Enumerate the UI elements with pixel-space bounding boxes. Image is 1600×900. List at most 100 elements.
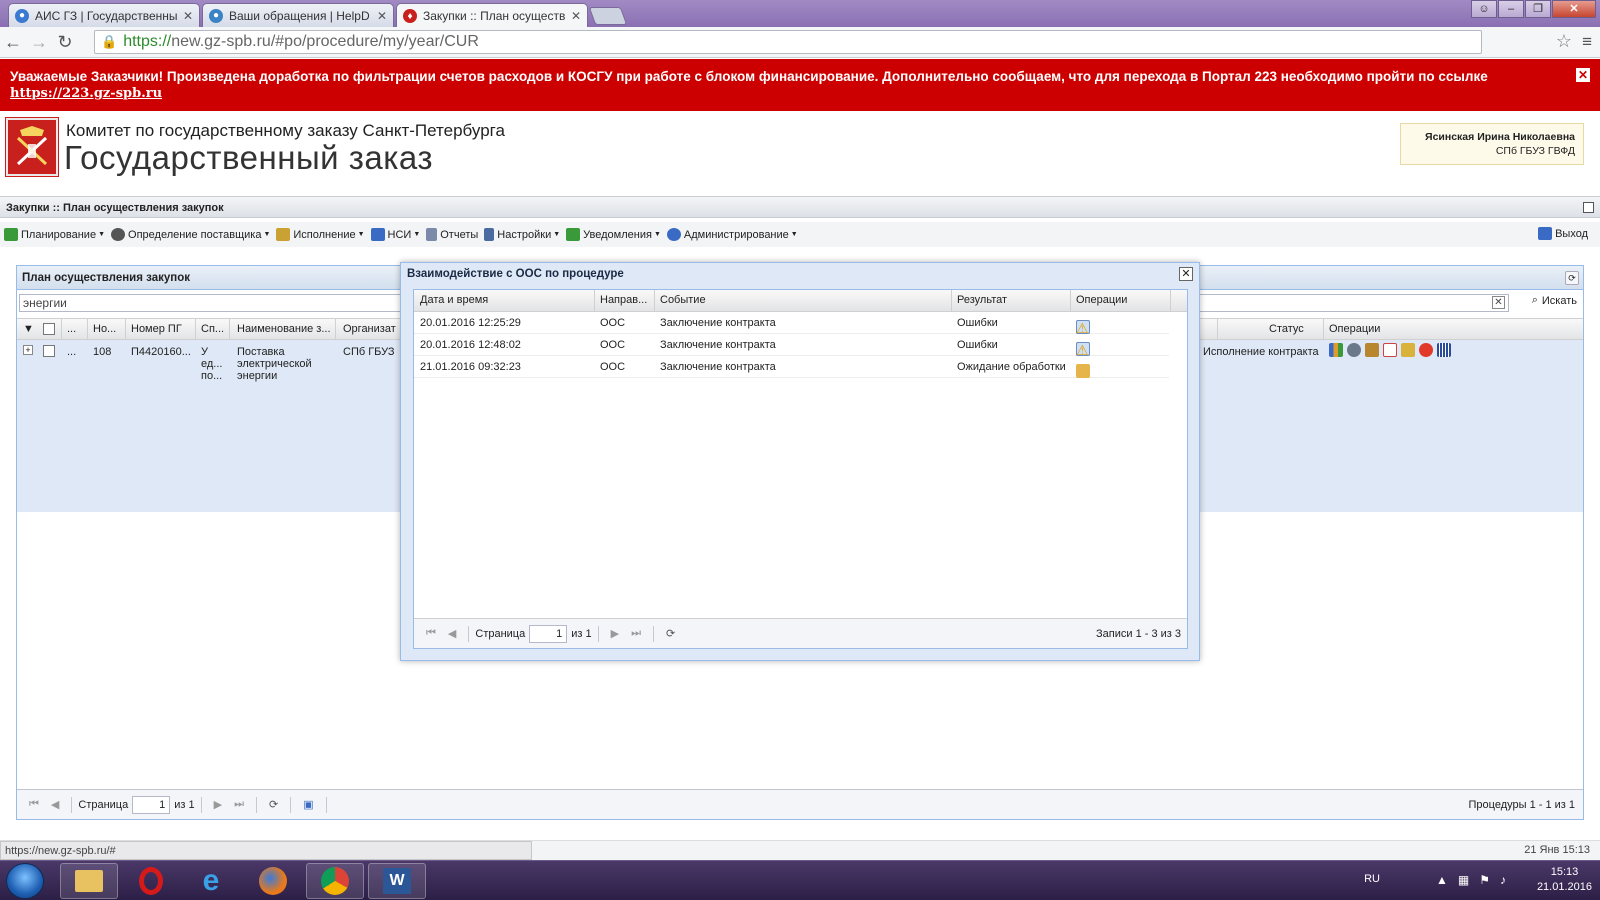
- banner-link[interactable]: https://223.gz-spb.ru: [10, 86, 162, 101]
- column-result[interactable]: Результат: [957, 294, 1007, 306]
- coat-of-arms-icon[interactable]: [1365, 343, 1379, 357]
- column-pg-number[interactable]: Номер ПГ: [131, 323, 182, 335]
- column-method[interactable]: Сп...: [201, 323, 224, 335]
- browser-tab-ais[interactable]: ● АИС ГЗ | Государственны ✕: [8, 3, 200, 27]
- menu-item-supplier[interactable]: Определение поставщика ▼: [111, 228, 270, 241]
- flag-icon[interactable]: ⚑: [1479, 873, 1500, 887]
- prev-page-icon[interactable]: ◀: [448, 627, 456, 640]
- prev-page-icon[interactable]: ◀: [51, 798, 59, 811]
- row-more[interactable]: ...: [67, 346, 76, 358]
- column-more[interactable]: ...: [67, 323, 76, 335]
- save-icon[interactable]: ▣: [303, 798, 313, 811]
- panel-refresh-icon[interactable]: ⟳: [1565, 271, 1579, 285]
- menu-item-execution[interactable]: Исполнение ▼: [276, 228, 365, 241]
- volume-icon[interactable]: ♪: [1500, 873, 1516, 887]
- column-event[interactable]: Событие: [660, 294, 706, 306]
- package-icon[interactable]: [1076, 364, 1090, 378]
- language-indicator[interactable]: RU: [1364, 873, 1380, 885]
- edit-icon[interactable]: [1401, 343, 1415, 357]
- column-direction[interactable]: Направ...: [600, 294, 647, 306]
- tab-close-icon[interactable]: ✕: [571, 9, 581, 23]
- row-checkbox[interactable]: [43, 345, 55, 357]
- table-row[interactable]: 20.01.2016 12:48:02 ООС Заключение контр…: [414, 334, 1169, 358]
- coat-of-arms-logo[interactable]: [6, 118, 58, 176]
- opera-taskbar-button[interactable]: [122, 863, 180, 899]
- search-button[interactable]: ⌕ Искать: [1532, 294, 1577, 307]
- column-organizer[interactable]: Организат: [343, 323, 396, 335]
- select-all-checkbox[interactable]: [43, 323, 55, 335]
- record-icon[interactable]: [1419, 343, 1433, 357]
- gear-icon: [111, 228, 126, 241]
- network-icon[interactable]: ▦: [1458, 873, 1479, 887]
- menu-item-planning[interactable]: Планирование ▼: [4, 228, 105, 241]
- chart-icon[interactable]: [1329, 343, 1343, 357]
- tray-clock[interactable]: 15:13 21.01.2016: [1537, 865, 1592, 895]
- breadcrumb: Закупки :: План осуществления закупок: [0, 196, 1600, 218]
- close-window-icon[interactable]: ✕: [1552, 0, 1596, 18]
- new-tab-button[interactable]: [588, 7, 628, 25]
- hamburger-menu-icon[interactable]: ≡: [1582, 32, 1592, 52]
- table-row[interactable]: 20.01.2016 12:25:29 ООС Заключение контр…: [414, 312, 1169, 336]
- explorer-taskbar-button[interactable]: [60, 863, 118, 899]
- row-result: Ошибки: [957, 317, 998, 329]
- row-pg-number: П4420160...: [131, 346, 191, 358]
- column-datetime[interactable]: Дата и время: [420, 294, 488, 306]
- tray-up-icon[interactable]: ▲: [1436, 873, 1458, 887]
- first-page-icon[interactable]: ⏮: [29, 798, 39, 811]
- next-page-icon[interactable]: ▶: [611, 627, 619, 640]
- menu-item-notifications[interactable]: Уведомления ▼: [566, 228, 661, 241]
- reload-icon[interactable]: ↻: [52, 32, 78, 53]
- back-icon[interactable]: ←: [0, 32, 26, 53]
- browser-tab-zakupki[interactable]: ♦ Закупки :: План осуществ ✕: [396, 3, 588, 28]
- next-page-icon[interactable]: ▶: [214, 798, 222, 811]
- menu-item-admin[interactable]: Администрирование ▼: [666, 228, 798, 241]
- page-input[interactable]: 1: [132, 795, 171, 814]
- word-taskbar-button[interactable]: W: [368, 863, 426, 899]
- wrench-icon: [484, 228, 495, 241]
- maximize-icon[interactable]: ❐: [1525, 0, 1551, 18]
- user-info[interactable]: Ясинская Ирина Николаевна СПб ГБУЗ ГВФД: [1400, 123, 1584, 165]
- banner-text: Уважаемые Заказчики! Произведена доработ…: [10, 69, 1488, 84]
- user-icon[interactable]: ☺: [1471, 0, 1497, 18]
- firefox-taskbar-button[interactable]: [244, 863, 302, 899]
- clear-search-icon[interactable]: ✕: [1492, 296, 1505, 309]
- menu-item-settings[interactable]: Настройки ▼: [484, 228, 560, 241]
- column-number[interactable]: Но...: [93, 323, 116, 335]
- first-page-icon[interactable]: ⏮: [426, 627, 436, 640]
- column-operations[interactable]: Операции: [1329, 323, 1380, 335]
- refresh-icon[interactable]: ⟳: [666, 627, 675, 640]
- expand-icon[interactable]: +: [23, 345, 33, 355]
- last-page-icon[interactable]: ⏭: [631, 627, 641, 640]
- row-direction: ООС: [600, 339, 626, 351]
- exit-button[interactable]: Выход: [1538, 227, 1588, 240]
- page-input[interactable]: 1: [529, 624, 568, 643]
- menu-item-reports[interactable]: Отчеты: [426, 228, 478, 241]
- document-icon[interactable]: [1383, 343, 1397, 357]
- filter-icon[interactable]: ▼: [23, 323, 34, 335]
- last-page-icon[interactable]: ⏭: [234, 798, 244, 811]
- collapse-icon[interactable]: [1583, 202, 1594, 213]
- browser-tab-helpdesk[interactable]: ● Ваши обращения | HelpD ✕: [202, 3, 394, 27]
- minimize-icon[interactable]: –: [1498, 0, 1524, 18]
- forward-icon[interactable]: →: [26, 32, 52, 53]
- table-row[interactable]: 21.01.2016 09:32:23 ООС Заключение контр…: [414, 356, 1169, 378]
- row-method: У ед... по...: [201, 346, 223, 382]
- refresh-icon[interactable]: ⟳: [269, 798, 278, 811]
- start-button[interactable]: [6, 863, 44, 899]
- dialog-close-icon[interactable]: ✕: [1179, 267, 1193, 281]
- column-status[interactable]: Статус: [1269, 323, 1304, 335]
- tab-close-icon[interactable]: ✕: [377, 9, 387, 23]
- bookmark-star-icon[interactable]: ☆: [1556, 31, 1572, 52]
- menu-item-label: Уведомления: [583, 228, 652, 241]
- chrome-taskbar-button[interactable]: [306, 863, 364, 899]
- dialog-title: Взаимодействие с ООС по процедуре: [407, 268, 624, 280]
- barcode-icon[interactable]: [1437, 343, 1451, 357]
- menu-item-nsi[interactable]: НСИ ▼: [370, 228, 420, 241]
- address-bar[interactable]: 🔒 https:// new.gz-spb.ru/#po/procedure/m…: [94, 30, 1482, 54]
- column-operations[interactable]: Операции: [1076, 294, 1127, 306]
- column-name[interactable]: Наименование з...: [237, 323, 331, 335]
- gear-icon[interactable]: [1347, 343, 1361, 357]
- ie-taskbar-button[interactable]: e: [182, 863, 240, 899]
- banner-close-icon[interactable]: ✕: [1576, 68, 1590, 82]
- tab-close-icon[interactable]: ✕: [183, 9, 193, 23]
